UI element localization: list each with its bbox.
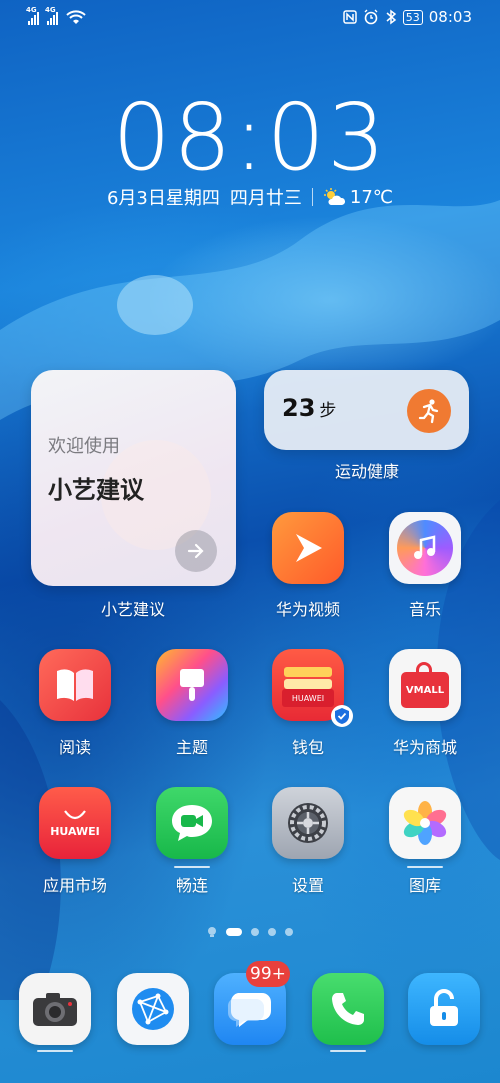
app-appgallery[interactable]: HUAWEI — [39, 787, 111, 859]
page-underline — [330, 1050, 366, 1052]
steps-unit: 步 — [319, 401, 337, 421]
wallet-icon: HUAWEI — [282, 663, 334, 707]
brush-icon — [180, 669, 204, 701]
lunar-date: 四月廿三 — [229, 188, 302, 209]
app-label: 华为商城 — [392, 738, 457, 757]
alarm-icon — [364, 9, 378, 25]
browser-icon — [132, 988, 174, 1030]
lightbulb-icon — [208, 927, 216, 937]
app-meetime[interactable] — [156, 787, 228, 859]
nfc-icon — [343, 10, 357, 24]
page-indicator[interactable] — [0, 926, 500, 938]
gear-icon — [288, 803, 328, 843]
weather[interactable]: 17℃ — [323, 187, 393, 208]
suggestion-widget[interactable]: 欢迎使用 小艺建议 — [31, 370, 236, 586]
page-dot[interactable] — [251, 928, 259, 936]
music-icon — [397, 520, 453, 576]
steps-count: 23 步 — [282, 394, 336, 422]
app-label: 畅连 — [175, 876, 208, 895]
app-label: 设置 — [291, 876, 324, 895]
app-settings[interactable] — [272, 787, 344, 859]
gallery-icon — [403, 801, 447, 845]
signal-icon: 4G — [45, 6, 58, 25]
app-huawei-video[interactable] — [272, 512, 344, 584]
app-reading[interactable] — [39, 649, 111, 721]
running-icon — [407, 389, 451, 433]
status-left: 4G 4G — [26, 6, 86, 25]
suggestion-label: 小艺建议 — [100, 600, 165, 619]
vmall-logo-text: VMALL — [401, 672, 449, 708]
partly-sunny-icon — [323, 188, 345, 205]
lock-icon — [430, 989, 458, 1026]
dock-browser[interactable] — [117, 973, 189, 1045]
meetime-icon — [172, 805, 212, 841]
page-dot[interactable] — [285, 928, 293, 936]
bluetooth-icon — [386, 9, 396, 25]
appgallery-logo-text: HUAWEI — [50, 824, 100, 838]
page-dot[interactable] — [268, 928, 276, 936]
health-widget[interactable]: 23 步 — [264, 370, 469, 450]
page-underline — [37, 1050, 73, 1052]
divider — [311, 188, 313, 206]
app-gallery[interactable] — [389, 787, 461, 859]
date-line[interactable]: 6月3日星期四 四月廿三 17℃ — [0, 184, 500, 210]
app-label: 音乐 — [408, 600, 441, 619]
unread-badge: 99+ — [246, 961, 290, 987]
page-dot[interactable] — [226, 928, 242, 936]
appgallery-icon: HUAWEI — [50, 809, 100, 838]
network-type-label: 4G — [45, 6, 56, 14]
app-label: 应用市场 — [42, 876, 107, 895]
wifi-icon — [66, 10, 86, 24]
home-screen: 4G 4G 53 08:03 08:03 6月3日星期四 四月廿三 17℃ 欢迎… — [0, 0, 500, 1083]
app-label: 图库 — [408, 876, 441, 895]
temperature: 17℃ — [349, 186, 394, 208]
phone-icon — [332, 993, 364, 1025]
lock-clock[interactable]: 08:03 — [0, 88, 500, 188]
suggestion-title: 小艺建议 — [48, 476, 144, 504]
app-label: 阅读 — [58, 738, 91, 757]
wallet-card-text: HUAWEI — [282, 689, 334, 707]
app-label: 钱包 — [291, 738, 324, 757]
date-text: 6月3日星期四 — [106, 188, 220, 209]
dock-lock[interactable] — [408, 973, 480, 1045]
dock-camera[interactable] — [19, 973, 91, 1045]
app-vmall[interactable]: VMALL — [389, 649, 461, 721]
status-right: 53 08:03 — [343, 8, 472, 26]
app-themes[interactable] — [156, 649, 228, 721]
app-music[interactable] — [389, 512, 461, 584]
steps-value: 23 — [282, 394, 316, 422]
book-icon — [57, 669, 93, 701]
suggestion-welcome: 欢迎使用 — [48, 436, 120, 457]
camera-icon — [33, 993, 77, 1026]
page-underline — [407, 866, 443, 868]
huawei-video-icon — [296, 534, 322, 562]
vmall-icon: VMALL — [401, 660, 449, 710]
status-time: 08:03 — [428, 8, 472, 26]
health-label: 运动健康 — [334, 462, 399, 481]
status-bar: 4G 4G 53 08:03 — [0, 0, 500, 36]
dock-phone[interactable] — [312, 973, 384, 1045]
network-type-label: 4G — [26, 6, 37, 14]
verified-shield-icon — [331, 705, 353, 727]
battery-icon: 53 — [402, 9, 423, 25]
signal-icon: 4G — [26, 6, 39, 25]
page-underline — [174, 866, 210, 868]
app-label: 华为视频 — [275, 600, 340, 619]
app-label: 主题 — [175, 738, 208, 757]
arrow-right-icon[interactable] — [175, 530, 217, 572]
messages-icon — [227, 993, 271, 1027]
